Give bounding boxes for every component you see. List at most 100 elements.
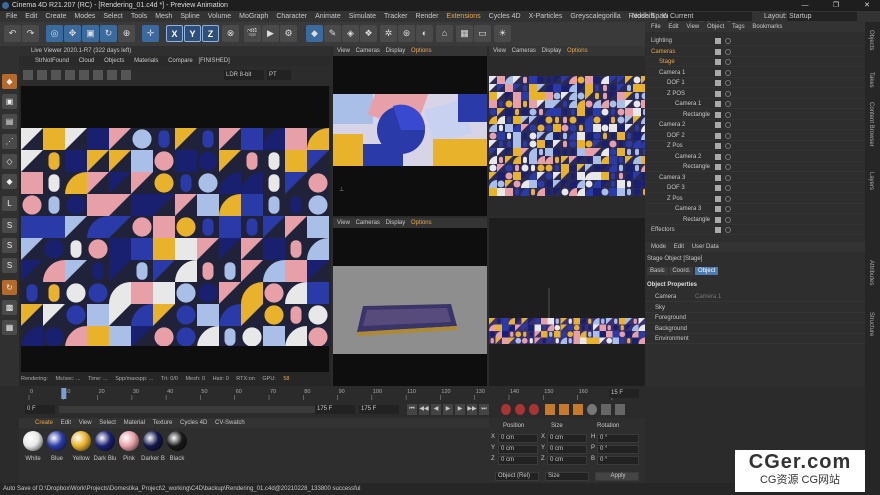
end-frame-field[interactable]: 175 F [315, 405, 355, 414]
menu-greyscalegorilla[interactable]: Greyscalegorilla [566, 11, 624, 22]
object-row[interactable]: DOF 1 [645, 78, 865, 88]
timeline-settings-icon[interactable] [615, 404, 625, 415]
render-dot-icon[interactable] [725, 90, 731, 97]
visibility-toggle-icon[interactable] [715, 153, 721, 160]
playhead[interactable] [61, 388, 67, 399]
render-dot-icon[interactable] [725, 101, 731, 107]
dock-tab-layers[interactable]: Layers [868, 172, 874, 190]
node-space-select[interactable]: Current (Standard/Physical) [668, 12, 752, 29]
object-row[interactable]: Lighting [645, 36, 865, 46]
viewport-cameras-menu[interactable]: Cameras [356, 220, 380, 226]
object-row[interactable]: Rectangle [645, 110, 865, 120]
viewport-cameras-menu[interactable]: Cameras [356, 48, 380, 54]
prev-key-icon[interactable]: ◀◀ [419, 404, 429, 415]
axis-mode-icon[interactable]: L [2, 196, 17, 211]
redo-icon[interactable]: ↷ [22, 25, 39, 42]
om-edit-menu[interactable]: Edit [668, 24, 678, 30]
viewport-display-menu[interactable]: Display [386, 220, 406, 226]
attribute-row[interactable]: Environment [645, 334, 865, 344]
scene-icon[interactable]: ⌂ [436, 25, 453, 42]
render-dot-icon[interactable] [725, 38, 731, 44]
object-row[interactable]: Rectangle [645, 162, 865, 172]
render-picture-viewer-icon[interactable]: ▶ [262, 25, 279, 42]
render-dot-icon[interactable] [725, 59, 731, 65]
coord-size-mode-select[interactable]: Size [545, 472, 589, 481]
coord-position-field[interactable]: 0 cm [498, 445, 538, 454]
edges-mode-icon[interactable]: ◇ [2, 154, 17, 169]
render-dot-icon[interactable] [725, 216, 731, 223]
floor-icon[interactable]: ▦ [456, 25, 473, 42]
menu-animate[interactable]: Animate [311, 11, 345, 22]
transform-icon[interactable]: ✛ [142, 25, 159, 42]
object-row[interactable]: Effectors [645, 225, 865, 235]
key-position-icon[interactable] [545, 404, 555, 415]
material-swatch[interactable] [95, 431, 115, 451]
pen-icon[interactable]: ✎ [324, 25, 341, 42]
object-row[interactable]: Camera 2 [645, 120, 865, 130]
timeline-ruler[interactable]: 0 10 20 30 40 50 60 70 80 90 100 110 120 130 140 150 160… [19, 386, 645, 400]
render-dot-icon[interactable] [725, 206, 731, 212]
visibility-toggle-icon[interactable] [715, 132, 721, 139]
object-row[interactable]: Camera 3 [645, 204, 865, 214]
pt-select[interactable]: PT [267, 70, 291, 80]
object-row[interactable]: Rectangle [645, 215, 865, 225]
rotate-icon[interactable]: ↻ [100, 25, 117, 42]
menu-edit[interactable]: Edit [21, 11, 41, 22]
menu-cycles-4d[interactable]: Cycles 4D [485, 11, 525, 22]
viewport-display-menu[interactable]: Display [386, 48, 406, 54]
render-dot-icon[interactable] [725, 164, 731, 170]
render-dot-icon[interactable] [725, 48, 731, 55]
visibility-toggle-icon[interactable] [715, 122, 721, 128]
am-userdata-menu[interactable]: User Data [692, 244, 719, 250]
visibility-toggle-icon[interactable] [715, 101, 721, 107]
coord-size-field[interactable]: 0 cm [547, 445, 587, 454]
coord-rotation-field[interactable]: 0 ° [597, 456, 639, 465]
visibility-toggle-icon[interactable] [715, 80, 721, 86]
coordinate-system-icon[interactable]: ⊗ [222, 25, 239, 42]
material-swatch[interactable] [143, 431, 163, 451]
menu-create[interactable]: Create [41, 11, 70, 22]
material-swatch[interactable] [167, 431, 187, 451]
menu-tools[interactable]: Tools [127, 11, 151, 22]
lock-icon[interactable] [65, 70, 75, 80]
clear-icon[interactable] [121, 70, 131, 80]
start-render-icon[interactable] [23, 70, 33, 80]
dock-tab-objects[interactable]: Objects [868, 30, 874, 50]
render-dot-icon[interactable] [725, 143, 731, 149]
polygons-mode-icon[interactable]: ◆ [2, 174, 17, 189]
start-frame-field[interactable]: 0 F [25, 405, 55, 414]
attribute-row[interactable]: Background [645, 324, 865, 334]
cube-icon[interactable]: ◆ [306, 25, 323, 42]
ldr-select[interactable]: LDR 8-bit [224, 70, 264, 80]
tab-basic[interactable]: Basic [647, 267, 668, 275]
viewport-options-menu[interactable]: Options [411, 48, 432, 54]
dock-tab-takes[interactable]: Takes [868, 72, 874, 88]
visibility-toggle-icon[interactable] [715, 216, 721, 223]
render-view-icon[interactable]: 🎬 [244, 25, 261, 42]
visibility-toggle-icon[interactable] [715, 174, 721, 181]
viewport-options-menu[interactable]: Options [411, 220, 432, 226]
region-icon[interactable] [79, 70, 89, 80]
menu-spline[interactable]: Spline [176, 11, 203, 22]
z-axis-toggle[interactable]: Z [202, 25, 219, 42]
menu-modes[interactable]: Modes [70, 11, 99, 22]
maximize-button[interactable]: ❐ [825, 0, 847, 11]
scale-icon[interactable]: ▣ [82, 25, 99, 42]
pause-render-icon[interactable] [37, 70, 47, 80]
render-dot-icon[interactable] [725, 227, 731, 233]
visibility-toggle-icon[interactable] [715, 185, 721, 191]
am-edit-menu[interactable]: Edit [674, 244, 684, 250]
coord-rotation-field[interactable]: 0 ° [597, 445, 639, 454]
prev-frame-icon[interactable]: ◀ [431, 404, 441, 415]
keyframe-selection-icon[interactable] [529, 404, 539, 415]
object-row[interactable]: Camera 3 [645, 173, 865, 183]
menu-x-particles[interactable]: X-Particles [525, 11, 567, 22]
material-swatch[interactable] [119, 431, 139, 451]
live-selection-icon[interactable]: ◎ [46, 25, 63, 42]
record-icon[interactable] [501, 404, 511, 415]
attribute-value[interactable]: Camera 1 [695, 292, 721, 302]
menu-file[interactable]: File [2, 11, 21, 22]
render-dot-icon[interactable] [725, 153, 731, 160]
attribute-row[interactable]: Foreground [645, 313, 865, 323]
render-dot-icon[interactable] [725, 122, 731, 128]
